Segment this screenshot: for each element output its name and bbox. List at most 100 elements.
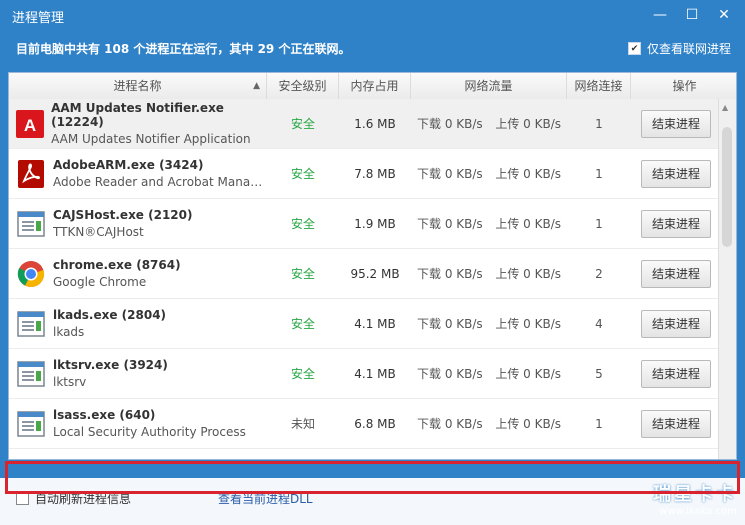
- end-process-button[interactable]: 结束进程: [641, 359, 711, 388]
- process-name-cell: A AAM Updates Notifier.exe (12224) AAM Upd…: [9, 101, 267, 146]
- operation-cell: 结束进程: [631, 109, 721, 138]
- end-process-button[interactable]: 结束进程: [641, 409, 711, 438]
- table-row[interactable]: lsass.exe (640) Local Security Authority …: [9, 399, 721, 449]
- process-name: lktsrv.exe (3924): [53, 358, 168, 372]
- download-rate: 下载 0 KB/s: [417, 367, 483, 381]
- memory-usage: 1.6 MB: [354, 116, 396, 131]
- net-only-checkbox[interactable]: ✔: [627, 42, 641, 55]
- upload-rate: 上传 0 KB/s: [495, 317, 561, 331]
- window-title: 进程管理: [12, 11, 65, 26]
- memory-usage: 1.9 MB: [354, 216, 396, 231]
- security-level: 安全: [290, 117, 315, 131]
- header-connections[interactable]: 网络连接: [567, 73, 631, 99]
- memory-usage: 6.8 MB: [354, 416, 396, 431]
- scroll-up-icon[interactable]: ▲: [722, 103, 728, 112]
- security-level: 安全: [290, 167, 315, 181]
- security-level: 安全: [290, 317, 315, 331]
- operation-cell: 结束进程: [631, 409, 721, 438]
- connection-count: 1: [595, 416, 603, 431]
- upload-rate: 上传 0 KB/s: [495, 217, 561, 231]
- window-app-icon: [15, 408, 47, 440]
- traffic-cell: 下载 0 KB/s 上传 0 KB/s: [411, 265, 567, 282]
- process-names: lkads.exe (2804) lkads: [53, 308, 267, 339]
- process-description: Google Chrome: [53, 275, 147, 289]
- download-rate: 下载 0 KB/s: [417, 217, 483, 231]
- net-only-toggle[interactable]: ✔ 仅查看联网进程: [627, 40, 731, 57]
- process-names: CAJSHost.exe (2120) TTKN®CAJHost: [53, 208, 267, 239]
- process-rows: A AAM Updates Notifier.exe (12224) AAM Upd…: [9, 99, 721, 459]
- connection-count: 4: [595, 316, 603, 331]
- view-dll-link[interactable]: 查看当前进程DLL: [218, 490, 313, 507]
- memory-usage: 7.8 MB: [354, 166, 396, 181]
- upload-rate: 上传 0 KB/s: [495, 367, 561, 381]
- process-description: Adobe Reader and Acrobat Manager: [53, 175, 267, 189]
- connection-count: 1: [595, 216, 603, 231]
- header-memory[interactable]: 内存占用: [339, 73, 411, 99]
- process-name: lsass.exe (640): [53, 408, 156, 422]
- download-rate: 下载 0 KB/s: [417, 267, 483, 281]
- process-description: Local Security Authority Process: [53, 425, 246, 439]
- maximize-button[interactable]: ☐: [679, 4, 705, 26]
- process-description: AAM Updates Notifier Application: [51, 132, 251, 146]
- svg-text:A: A: [24, 116, 36, 135]
- security-level: 安全: [290, 267, 315, 281]
- process-names: chrome.exe (8764) Google Chrome: [53, 258, 267, 289]
- security-level: 未知: [290, 417, 315, 431]
- window-controls: — ☐ ✕: [647, 4, 737, 26]
- operation-cell: 结束进程: [631, 159, 721, 188]
- header-operation: 操作: [672, 79, 697, 93]
- process-names: lktsrv.exe (3924) lktsrv: [53, 358, 267, 389]
- memory-usage: 4.1 MB: [354, 316, 396, 331]
- end-process-button[interactable]: 结束进程: [641, 159, 711, 188]
- process-summary: 目前电脑中共有 108 个进程正在运行，其中 29 个正在联网。: [16, 42, 351, 56]
- window-app-icon: [15, 358, 47, 390]
- table-header: 进程名称 安全级别 内存占用 网络流量 网络连接 操作: [9, 73, 736, 100]
- header-name[interactable]: 进程名称: [9, 73, 267, 99]
- traffic-cell: 下载 0 KB/s 上传 0 KB/s: [411, 315, 567, 332]
- end-process-button[interactable]: 结束进程: [641, 259, 711, 288]
- operation-cell: 结束进程: [631, 309, 721, 338]
- table-row[interactable]: lkads.exe (2804) lkads 安全 4.1 MB 下载 0 KB/s 上传…: [9, 299, 721, 349]
- acrobat-icon: [15, 158, 47, 190]
- process-name-cell: chrome.exe (8764) Google Chrome: [9, 258, 267, 290]
- minimize-button[interactable]: —: [647, 4, 673, 26]
- header-traffic[interactable]: 网络流量: [411, 73, 567, 99]
- auto-refresh-label: 自动刷新进程信息: [35, 492, 132, 506]
- traffic-cell: 下载 0 KB/s 上传 0 KB/s: [411, 165, 567, 182]
- auto-refresh-toggle[interactable]: 自动刷新进程信息: [16, 490, 131, 507]
- chrome-icon: [15, 258, 47, 290]
- process-name-cell: CAJSHost.exe (2120) TTKN®CAJHost: [9, 208, 267, 240]
- connection-count: 5: [595, 366, 603, 381]
- process-description: TTKN®CAJHost: [53, 225, 144, 239]
- adobe-icon: A: [15, 108, 45, 140]
- net-only-label: 仅查看联网进程: [646, 42, 731, 56]
- process-name-cell: lktsrv.exe (3924) lktsrv: [9, 358, 267, 390]
- end-process-button[interactable]: 结束进程: [641, 209, 711, 238]
- end-process-button[interactable]: 结束进程: [641, 309, 711, 338]
- auto-refresh-checkbox[interactable]: [16, 492, 29, 505]
- scroll-thumb[interactable]: [722, 127, 732, 247]
- close-button[interactable]: ✕: [711, 4, 737, 26]
- partial-row-band: [8, 460, 737, 478]
- connection-count: 2: [595, 266, 603, 281]
- table-row[interactable]: AdobeARM.exe (3424) Adobe Reader and Acro…: [9, 149, 721, 199]
- end-process-button[interactable]: 结束进程: [641, 109, 711, 138]
- table-row[interactable]: CAJSHost.exe (2120) TTKN®CAJHost 安全 1.9 MB 下…: [9, 199, 721, 249]
- table-row[interactable]: lktsrv.exe (3924) lktsrv 安全 4.1 MB 下载 0 KB/s…: [9, 349, 721, 399]
- process-names: AdobeARM.exe (3424) Adobe Reader and Acro…: [53, 158, 267, 189]
- header-security[interactable]: 安全级别: [267, 73, 339, 99]
- operation-cell: 结束进程: [631, 259, 721, 288]
- process-name-cell: lsass.exe (640) Local Security Authority …: [9, 408, 267, 440]
- process-description: lkads: [53, 325, 85, 339]
- footer-bar: 自动刷新进程信息 查看当前进程DLL 瑞星卡卡 www.ikaka.com: [0, 478, 745, 525]
- operation-cell: 结束进程: [631, 209, 721, 238]
- process-table: 进程名称 安全级别 内存占用 网络流量 网络连接 操作 A AAM Updates…: [8, 72, 737, 460]
- watermark-title: 瑞星卡卡: [653, 484, 737, 505]
- process-description: lktsrv: [53, 375, 87, 389]
- table-row[interactable]: A AAM Updates Notifier.exe (12224) AAM Upd…: [9, 99, 721, 149]
- traffic-cell: 下载 0 KB/s 上传 0 KB/s: [411, 365, 567, 382]
- process-name: AdobeARM.exe (3424): [53, 158, 204, 172]
- vertical-scrollbar[interactable]: ▲: [718, 99, 736, 459]
- table-row[interactable]: chrome.exe (8764) Google Chrome 安全 95.2 MB 下…: [9, 249, 721, 299]
- process-name-cell: lkads.exe (2804) lkads: [9, 308, 267, 340]
